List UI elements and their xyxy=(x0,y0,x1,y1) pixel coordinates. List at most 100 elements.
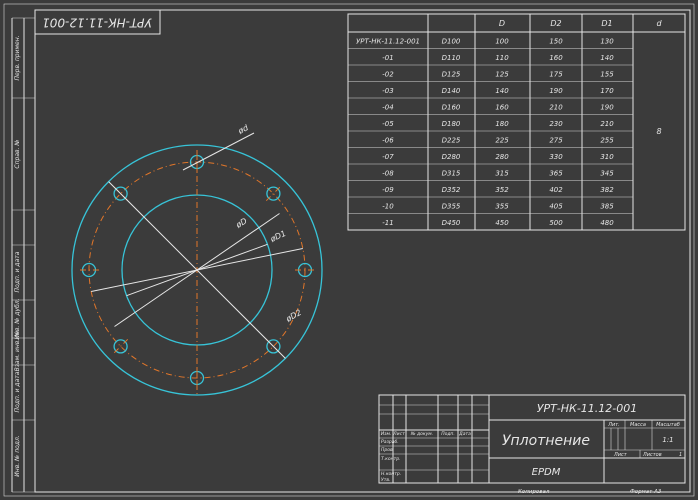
table-designation-cell: -08 xyxy=(382,169,394,177)
title-row-label-2: Т.контр. xyxy=(381,456,401,462)
title-block: Изм. Лист № докум. Подп. Дата Разраб. Пр… xyxy=(378,394,686,484)
side-label-1: Справ. № xyxy=(14,139,21,168)
table-D-cell: 450 xyxy=(495,219,509,227)
table-size-cell: D140 xyxy=(442,87,461,95)
title-col-label-3: Подп. xyxy=(441,431,455,437)
table-D-cell: 280 xyxy=(495,153,509,161)
title-col-label-4: Дата xyxy=(458,431,471,437)
dim-label-D2: øD2 xyxy=(284,308,303,324)
table-designation-cell: -09 xyxy=(382,186,394,194)
dim-label-D: øD xyxy=(234,216,249,230)
table-D1-cell: 255 xyxy=(600,136,614,144)
table-designation-cell: -03 xyxy=(382,87,393,95)
table-size-cell: D125 xyxy=(442,70,461,78)
table-D2-cell: 210 xyxy=(549,103,563,111)
side-label-5: Подп. и дата xyxy=(14,371,21,412)
table-D1-cell: 345 xyxy=(600,169,614,177)
table-D2-cell: 402 xyxy=(549,186,563,194)
table-D1-cell: 385 xyxy=(600,202,614,210)
side-label-6: Инв. № подл. xyxy=(14,435,21,476)
format-label: Формат A3 xyxy=(630,489,662,495)
table-D-cell: 160 xyxy=(495,103,509,111)
table-designation-cell: -04 xyxy=(382,103,393,111)
table-D2-cell: 275 xyxy=(549,136,563,144)
table-D2-cell: 405 xyxy=(549,202,563,210)
table-size-cell: D160 xyxy=(442,103,461,111)
table-D1-cell: 155 xyxy=(600,70,614,78)
table-D1-cell: 170 xyxy=(600,87,614,95)
table-size-cell: D110 xyxy=(442,54,461,62)
leader-d xyxy=(182,132,255,171)
table-D2-cell: 365 xyxy=(549,169,563,177)
table-D-cell: 140 xyxy=(495,87,509,95)
table-designation-cell: -01 xyxy=(382,54,393,62)
table-D1-cell: 190 xyxy=(600,103,614,111)
table-designation-cell: УРТ-НК-11.12-001 xyxy=(356,37,420,45)
table-header-D1: D1 xyxy=(601,19,612,28)
table-D-cell: 125 xyxy=(495,70,509,78)
sheet-label: Лист xyxy=(613,452,628,458)
table-D1-cell: 210 xyxy=(600,120,614,128)
variants-table: D D2 D1 d 8 УРТ-НК-11.12-001 D100 100 150 13… xyxy=(347,13,686,231)
table-d-value: 8 xyxy=(656,127,661,136)
table-designation-cell: -10 xyxy=(382,202,394,210)
table-designation-cell: -06 xyxy=(382,136,394,144)
title-col-label-0: Изм. xyxy=(381,431,392,437)
title-col-label-2: № докум. xyxy=(410,431,433,437)
title-row-label-4: Утв. xyxy=(381,477,390,483)
side-label-0: Перв. примен. xyxy=(14,35,21,80)
table-D1-cell: 140 xyxy=(600,54,614,62)
table-D2-cell: 230 xyxy=(549,120,563,128)
scale-value: 1:1 xyxy=(662,436,673,444)
sheets-value: 1 xyxy=(679,452,682,458)
lit-label: Лит. xyxy=(607,422,620,428)
dim-label-d: ød xyxy=(236,123,251,137)
table-D2-cell: 160 xyxy=(549,54,563,62)
table-D-cell: 180 xyxy=(495,120,509,128)
left-margin-strip: Перв. примен. Справ. № Подп. и дата Инв.… xyxy=(11,17,35,493)
table-D1-cell: 310 xyxy=(600,153,614,161)
title-row-label-3: Н.контр. xyxy=(381,471,401,477)
dim-label-D1: øD1 xyxy=(268,229,287,244)
table-designation-cell: -05 xyxy=(382,120,394,128)
table-D-cell: 355 xyxy=(495,202,509,210)
side-label-4: Взам. инв. № xyxy=(14,331,21,372)
material: EPDM xyxy=(532,467,561,478)
sheets-label: Листов xyxy=(642,452,662,458)
table-D-cell: 100 xyxy=(495,37,509,45)
table-D-cell: 110 xyxy=(495,54,509,62)
table-size-cell: D315 xyxy=(442,169,461,177)
table-header-d: d xyxy=(656,19,662,28)
table-size-cell: D352 xyxy=(442,186,461,194)
table-D2-cell: 175 xyxy=(549,70,563,78)
drawing-sheet: УРТ-НК-11.12-001 Перв. примен. Справ. № … xyxy=(3,3,695,497)
table-size-cell: D180 xyxy=(442,120,461,128)
gasket-drawing: ød øD øD1 øD2 xyxy=(71,123,323,396)
table-D2-cell: 150 xyxy=(549,37,563,45)
title-col-label-1: Лист xyxy=(392,431,405,437)
scale-label: Масштаб xyxy=(656,422,680,428)
table-header-D: D xyxy=(499,19,505,28)
table-size-cell: D280 xyxy=(442,153,461,161)
table-size-cell: D225 xyxy=(442,136,461,144)
table-D1-cell: 382 xyxy=(600,186,614,194)
table-D2-cell: 330 xyxy=(549,153,563,161)
mass-label: Масса xyxy=(630,422,646,428)
title-row-label-1: Пров. xyxy=(381,447,394,453)
top-stamp-text: УРТ-НК-11.12-001 xyxy=(42,16,152,30)
table-D2-cell: 500 xyxy=(549,219,563,227)
table-D-cell: 352 xyxy=(495,186,509,194)
table-D1-cell: 130 xyxy=(600,37,614,45)
copied-label: Копировал xyxy=(518,489,550,495)
table-designation-cell: -07 xyxy=(382,153,394,161)
outer-frame xyxy=(3,3,695,497)
table-header-D2: D2 xyxy=(550,19,561,28)
title-row-label-0: Разраб. xyxy=(381,439,399,445)
table-D-cell: 225 xyxy=(495,136,509,144)
table-designation-cell: -11 xyxy=(382,219,393,227)
table-size-cell: D100 xyxy=(442,37,461,45)
part-name: Уплотнение xyxy=(502,433,590,449)
table-size-cell: D355 xyxy=(442,202,461,210)
table-D1-cell: 480 xyxy=(600,219,614,227)
table-D-cell: 315 xyxy=(495,169,509,177)
